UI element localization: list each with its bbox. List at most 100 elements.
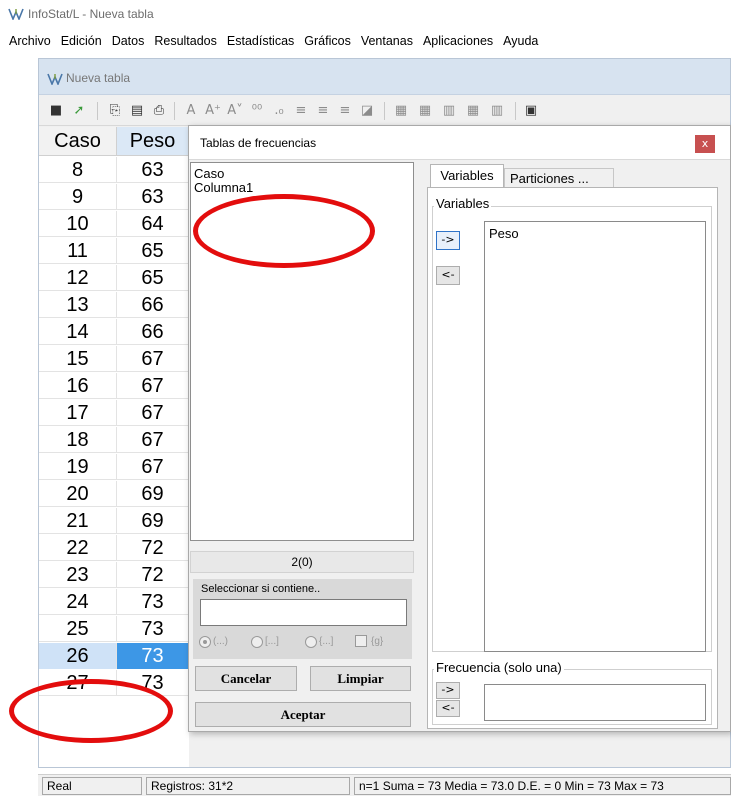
accept-button[interactable]: Aceptar (195, 702, 411, 727)
tab-partitions[interactable]: Particiones ... (504, 168, 614, 188)
remove-frequency-button[interactable]: <- (436, 700, 460, 717)
table-row[interactable]: 10 64 (39, 211, 189, 237)
menu-archivo[interactable]: Archivo (4, 34, 56, 48)
cell-peso[interactable]: 66 (117, 292, 189, 318)
cell-caso[interactable]: 24 (39, 589, 117, 615)
tab-variables[interactable]: Variables (430, 164, 504, 188)
table-row[interactable]: 21 69 (39, 508, 189, 534)
cell-caso[interactable]: 14 (39, 319, 117, 345)
cell-caso[interactable]: 11 (39, 238, 117, 264)
cell-peso[interactable]: 65 (117, 265, 189, 291)
list-item[interactable]: Columna1 (194, 180, 253, 195)
decimals-remove-icon[interactable]: .₀ (271, 103, 287, 119)
cell-peso[interactable]: 66 (117, 319, 189, 345)
frequency-list[interactable] (484, 684, 706, 721)
menu-edicion[interactable]: Edición (56, 34, 107, 48)
font-grow-icon[interactable]: A⁺ (205, 103, 221, 119)
insert-column-icon[interactable]: ▥ (441, 103, 457, 119)
cell-caso[interactable]: 22 (39, 535, 117, 561)
filter-input[interactable] (200, 599, 407, 626)
table-row[interactable]: 19 67 (39, 454, 189, 480)
menu-estadisticas[interactable]: Estadísticas (222, 34, 299, 48)
table-row[interactable]: 13 66 (39, 292, 189, 318)
cell-peso[interactable]: 64 (117, 211, 189, 237)
cell-peso[interactable]: 65 (117, 238, 189, 264)
decimals-add-icon[interactable]: ⁰⁰ (249, 103, 265, 119)
cell-peso[interactable]: 73 (117, 643, 189, 669)
table-row[interactable]: 17 67 (39, 400, 189, 426)
menu-aplicaciones[interactable]: Aplicaciones (418, 34, 498, 48)
menu-ayuda[interactable]: Ayuda (498, 34, 543, 48)
align-right-icon[interactable]: ≡ (337, 103, 353, 119)
cell-caso[interactable]: 20 (39, 481, 117, 507)
menu-graficos[interactable]: Gráficos (299, 34, 356, 48)
cancel-button[interactable]: Cancelar (195, 666, 297, 691)
table-row[interactable]: 18 67 (39, 427, 189, 453)
selected-variables-list[interactable]: Peso (484, 221, 706, 652)
save-icon[interactable]: ■ (48, 103, 64, 119)
filter-option-parentheses[interactable]: (...) (199, 634, 228, 650)
menu-datos[interactable]: Datos (107, 34, 150, 48)
filter-option-brackets[interactable]: [...] (251, 634, 279, 650)
delete-column-icon[interactable]: ▥ (489, 103, 505, 119)
cell-caso[interactable]: 23 (39, 562, 117, 588)
cell-caso[interactable]: 25 (39, 616, 117, 642)
cell-caso[interactable]: 15 (39, 346, 117, 372)
table-row[interactable]: 23 72 (39, 562, 189, 588)
copy-icon[interactable]: ⎘ (107, 103, 123, 119)
column-header-caso[interactable]: Caso (39, 127, 117, 156)
table-row[interactable]: 16 67 (39, 373, 189, 399)
calculator-icon[interactable]: ▣ (523, 103, 539, 119)
cell-caso[interactable]: 10 (39, 211, 117, 237)
menu-resultados[interactable]: Resultados (149, 34, 222, 48)
cell-peso[interactable]: 67 (117, 346, 189, 372)
table-row[interactable]: 26 73 (39, 643, 189, 669)
table-row[interactable]: 22 72 (39, 535, 189, 561)
table-row[interactable]: 11 65 (39, 238, 189, 264)
font-icon[interactable]: A (183, 103, 199, 119)
cell-peso[interactable]: 63 (117, 184, 189, 210)
list-item[interactable]: Peso (489, 226, 519, 241)
delete-row-icon[interactable]: ▦ (417, 103, 433, 119)
eraser-icon[interactable]: ◪ (359, 103, 375, 119)
cell-peso[interactable]: 72 (117, 562, 189, 588)
add-frequency-button[interactable]: -> (436, 682, 460, 699)
cell-caso[interactable]: 18 (39, 427, 117, 453)
table-icon[interactable]: ▦ (465, 103, 481, 119)
cell-peso[interactable]: 63 (117, 157, 189, 183)
print-icon[interactable]: ⎙ (151, 103, 167, 119)
open-icon[interactable]: ➚ (71, 103, 87, 119)
table-row[interactable]: 14 66 (39, 319, 189, 345)
group-checkbox[interactable] (355, 635, 367, 647)
cell-peso[interactable]: 67 (117, 373, 189, 399)
clear-button[interactable]: Limpiar (310, 666, 411, 691)
cell-caso[interactable]: 19 (39, 454, 117, 480)
align-left-icon[interactable]: ≡ (293, 103, 309, 119)
align-center-icon[interactable]: ≡ (315, 103, 331, 119)
table-row[interactable]: 12 65 (39, 265, 189, 291)
table-row[interactable]: 9 63 (39, 184, 189, 210)
remove-variable-button[interactable]: <- (436, 266, 460, 285)
cell-peso[interactable]: 73 (117, 589, 189, 615)
cell-peso[interactable]: 67 (117, 454, 189, 480)
cell-caso[interactable]: 17 (39, 400, 117, 426)
table-row[interactable]: 20 69 (39, 481, 189, 507)
column-header-peso[interactable]: Peso (117, 127, 189, 156)
add-variable-button[interactable]: -> (436, 231, 460, 250)
cell-peso[interactable]: 67 (117, 400, 189, 426)
table-row[interactable]: 24 73 (39, 589, 189, 615)
filter-option-braces[interactable]: {...] (305, 634, 333, 650)
close-button[interactable]: x (695, 135, 715, 153)
cell-caso[interactable]: 9 (39, 184, 117, 210)
cell-caso[interactable]: 12 (39, 265, 117, 291)
cell-peso[interactable]: 67 (117, 427, 189, 453)
cell-peso[interactable]: 69 (117, 481, 189, 507)
table-row[interactable]: 25 73 (39, 616, 189, 642)
cell-caso[interactable]: 16 (39, 373, 117, 399)
cell-peso[interactable]: 72 (117, 535, 189, 561)
cell-peso[interactable]: 69 (117, 508, 189, 534)
paste-icon[interactable]: ▤ (129, 103, 145, 119)
cell-caso[interactable]: 21 (39, 508, 117, 534)
list-item[interactable]: Caso (194, 166, 224, 181)
cell-caso[interactable]: 26 (39, 643, 117, 669)
